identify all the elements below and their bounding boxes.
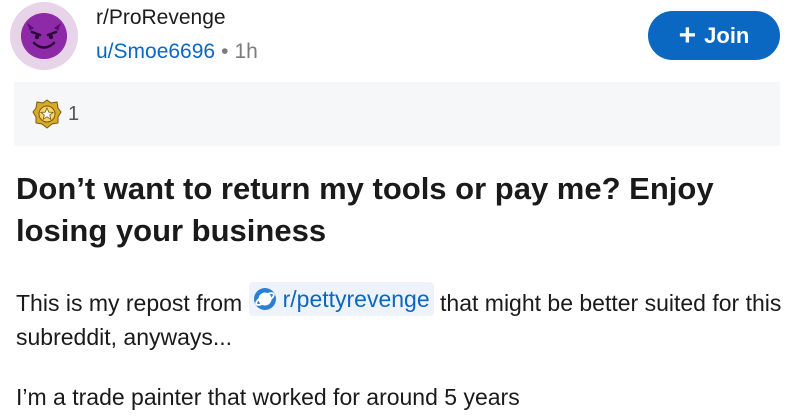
subreddit-link-chip[interactable]: r/pettyrevenge: [248, 282, 434, 316]
username-link[interactable]: u/Smoe6696: [96, 40, 215, 63]
subreddit-name[interactable]: r/ProRevenge: [96, 6, 226, 30]
post-meta: u/Smoe6696 • 1h: [96, 40, 258, 64]
post-title[interactable]: Don’t want to return my tools or pay me?…: [16, 168, 786, 252]
award-bar[interactable]: 1: [14, 82, 780, 146]
post-body-paragraph-2: I’m a trade painter that worked for arou…: [16, 384, 520, 410]
join-label: Join: [704, 22, 750, 48]
join-button[interactable]: + Join: [648, 11, 780, 60]
body-text-prefix: This is my repost from: [16, 290, 243, 316]
subreddit-avatar[interactable]: [10, 2, 78, 70]
subreddit-planet-icon: [253, 288, 276, 310]
plus-icon: +: [678, 18, 697, 52]
meta-separator: •: [221, 40, 229, 63]
post-time: 1h: [234, 40, 258, 63]
award-icon: [32, 99, 62, 129]
post-body-paragraph-1: This is my repost from r/pettyrevenge th…: [16, 282, 791, 354]
devil-face-icon: [21, 13, 67, 59]
award-count: 1: [68, 102, 80, 125]
subreddit-link-label: r/pettyrevenge: [282, 286, 430, 312]
